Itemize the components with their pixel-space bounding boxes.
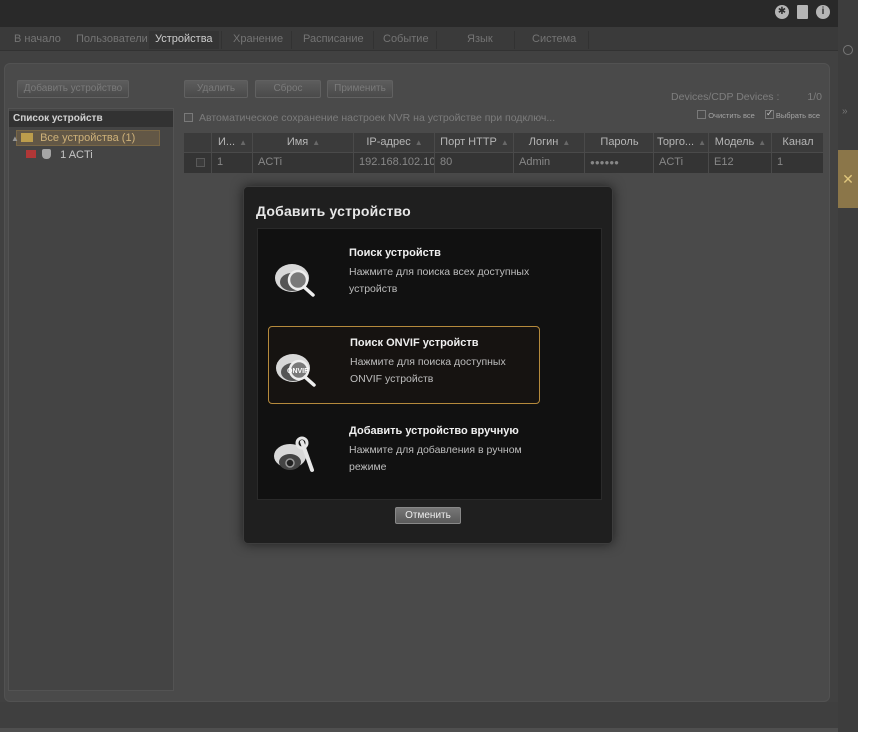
onvif-search-icon: ONVIF [276, 354, 316, 387]
dialog-options-panel: Поиск устройств Нажмите для поиска всех … [257, 228, 602, 500]
double-chevron-right-icon[interactable]: » [842, 106, 848, 117]
option-title: Поиск ONVIF устройств [350, 337, 479, 349]
option-description: Нажмите для поиска доступных ONVIF устро… [350, 356, 506, 385]
svg-text:ONVIF: ONVIF [287, 368, 309, 375]
cancel-button[interactable]: Отменить [395, 507, 461, 524]
option-title: Поиск устройств [349, 247, 441, 259]
camera-search-icon [275, 264, 315, 297]
option-description: Нажмите для добавления в ручном режиме [349, 444, 522, 473]
search-onvif-devices-option[interactable]: ONVIF Поиск ONVIF устройств Нажмите для … [268, 326, 540, 404]
add-device-dialog: Добавить устройство Поиск устройств Нажм… [243, 186, 613, 544]
right-side-strip: » ✕ [838, 0, 858, 732]
tools-tab[interactable]: ✕ [838, 150, 858, 208]
wrench-icon: ✕ [842, 171, 854, 187]
dialog-title: Добавить устройство [256, 203, 411, 219]
circle-icon[interactable] [843, 45, 853, 55]
option-description: Нажмите для поиска всех доступных устрой… [349, 266, 530, 295]
search-devices-option[interactable]: Поиск устройств Нажмите для поиска всех … [268, 237, 540, 315]
option-title: Добавить устройство вручную [349, 425, 519, 437]
add-device-manually-option[interactable]: Добавить устройство вручную Нажмите для … [268, 415, 540, 493]
nvr-app-window: ✱ i В начало Пользователи Устройства Хра… [0, 0, 838, 732]
camera-wrench-icon [274, 436, 314, 472]
